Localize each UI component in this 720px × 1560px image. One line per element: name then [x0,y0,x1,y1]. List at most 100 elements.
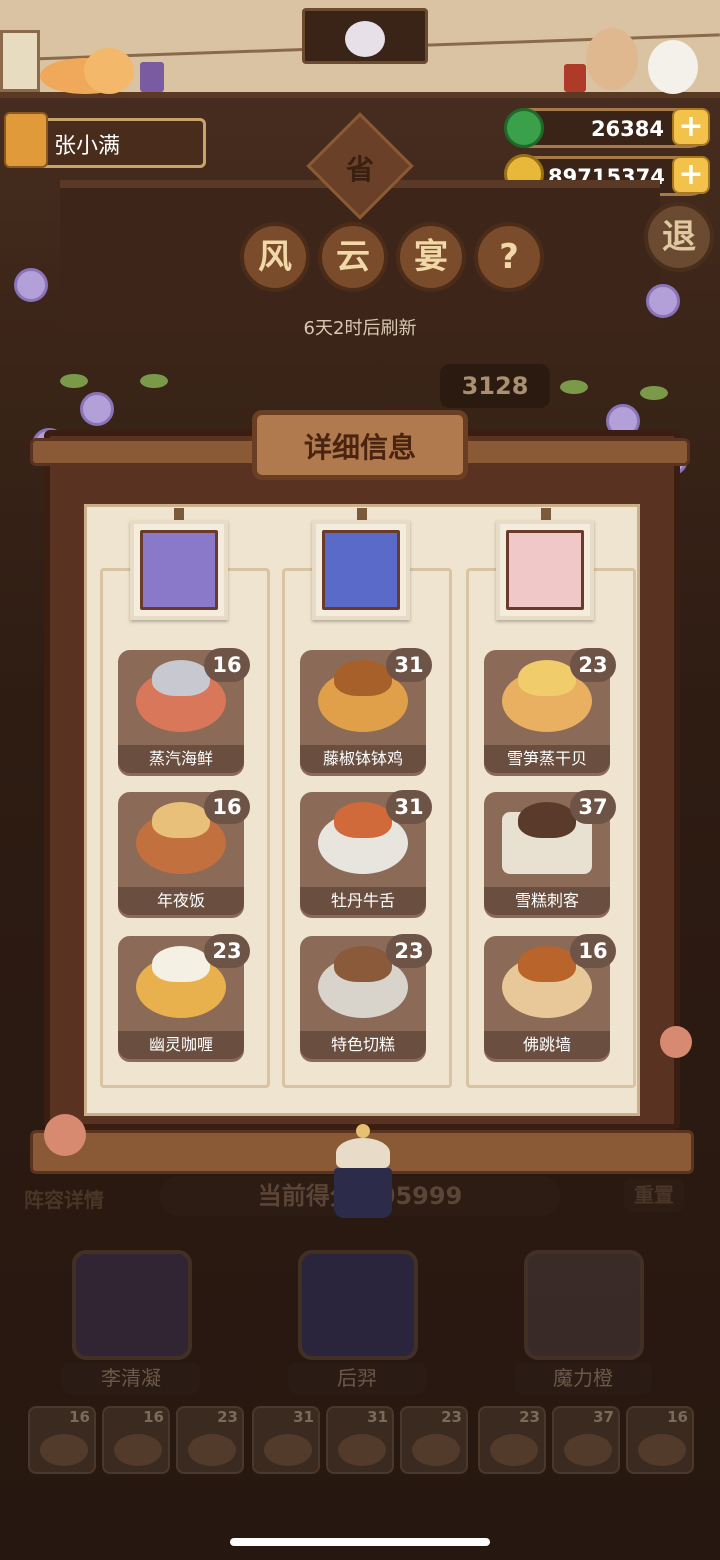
mini-dish-count: 31 [367,1408,388,1426]
mini-dish-image [114,1434,162,1466]
blossom-decoration [660,1026,692,1058]
mini-dish-image [188,1434,236,1466]
dish-name: 年夜饭 [118,887,244,915]
mini-dish-count: 16 [143,1408,164,1426]
mini-dish-count: 23 [217,1408,238,1426]
modal-title: 详细信息 [303,431,416,464]
flower-decoration [14,268,48,302]
hero-name: 后羿 [288,1362,426,1394]
mini-dish-slot[interactable]: 16 [28,1406,96,1474]
dish-name: 特色切糕 [300,1031,426,1059]
dish-name: 幽灵咖喱 [118,1031,244,1059]
pin-icon [357,508,367,520]
pin-icon [174,508,184,520]
exit-button[interactable]: 退 [644,202,714,272]
dish-card[interactable]: 23 雪笋蒸干贝 [484,648,616,776]
mini-dish-count: 37 [593,1408,614,1426]
character-portrait[interactable] [312,520,410,620]
mini-dish-image [264,1434,312,1466]
hero-name: 魔力橙 [514,1362,652,1394]
dish-count: 23 [204,934,250,968]
dish-count: 23 [570,648,616,682]
white-cat-icon [648,40,698,94]
mini-dish-count: 16 [69,1408,90,1426]
dish-card[interactable]: 16 年夜饭 [118,790,250,918]
reset-button[interactable]: 重置 [624,1178,684,1212]
banner-char: 风 [240,222,310,292]
dish-lid [152,660,210,696]
home-indicator[interactable] [230,1538,490,1546]
dish-count: 31 [386,790,432,824]
dish-card[interactable]: 23 特色切糕 [300,934,432,1062]
mini-dish-slot[interactable]: 23 [400,1406,468,1474]
mini-dish-slot[interactable]: 37 [552,1406,620,1474]
banner-char: 宴 [396,222,466,292]
cat-head-icon [84,48,134,94]
mini-dish-slot[interactable]: 23 [176,1406,244,1474]
player-avatar[interactable] [4,112,48,168]
mini-dish-image [40,1434,88,1466]
add-jade-button[interactable]: + [672,108,710,146]
player-name: 张小满 [54,134,121,159]
dish-garnish [152,946,210,982]
leaf-decoration [60,374,88,388]
dish-garnish [518,660,576,696]
mini-dish-count: 23 [441,1408,462,1426]
dish-name: 牡丹牛舌 [300,887,426,915]
mini-dish-count: 16 [667,1408,688,1426]
roof-ornament-char: 省 [345,153,374,186]
dish-name: 蒸汽海鲜 [118,745,244,773]
dish-garnish [152,802,210,838]
dish-garnish [334,660,392,696]
dish-card[interactable]: 23 幽灵咖喱 [118,934,250,1062]
mini-dish-slot[interactable]: 23 [478,1406,546,1474]
hero-portrait[interactable] [298,1250,418,1360]
dish-name: 雪笋蒸干贝 [484,745,610,773]
dish-garnish [518,802,576,838]
mini-dish-image [564,1434,612,1466]
leaf-decoration [140,374,168,388]
mini-dish-image [490,1434,538,1466]
dish-card[interactable]: 31 藤椒钵钵鸡 [300,648,432,776]
leaf-decoration [640,386,668,400]
dish-card[interactable]: 16 蒸汽海鲜 [118,648,250,776]
jade-icon [504,108,544,148]
paw-scroll-icon [0,30,40,92]
hanging-cat-sign [302,8,428,64]
dish-card[interactable]: 16 佛跳墙 [484,934,616,1062]
dish-count: 16 [570,934,616,968]
jade-amount: 26384 [590,117,664,141]
dish-name: 藤椒钵钵鸡 [300,745,426,773]
cat-icon [345,21,385,57]
character-portrait[interactable] [130,520,228,620]
mini-dish-slot[interactable]: 31 [252,1406,320,1474]
character-avatar [506,530,584,610]
banner-char: 云 [318,222,388,292]
hero-portrait[interactable] [524,1250,644,1360]
mini-dish-image [412,1434,460,1466]
lineup-details-label: 阵容详情 [24,1188,104,1212]
dish-garnish [334,802,392,838]
help-button[interactable]: ? [474,222,544,292]
dish-name: 雪糕刺客 [484,887,610,915]
mini-dish-slot[interactable]: 31 [326,1406,394,1474]
character-avatar [322,530,400,610]
hero-portrait[interactable] [72,1250,192,1360]
mini-dish-image [338,1434,386,1466]
jar-icon [564,64,586,92]
character-portrait[interactable] [496,520,594,620]
add-coin-button[interactable]: + [672,156,710,194]
dish-garnish [334,946,392,982]
refresh-timer: 6天2时后刷新 [303,318,417,339]
hero-name: 李清凝 [62,1362,200,1394]
dish-card[interactable]: 37 雪糕刺客 [484,790,616,918]
dish-count: 37 [570,790,616,824]
dish-card[interactable]: 31 牡丹牛舌 [300,790,432,918]
background-score: 3128 [440,364,550,408]
mini-dish-slot[interactable]: 16 [102,1406,170,1474]
blossom-decoration [44,1114,86,1156]
mini-dish-image [638,1434,686,1466]
dish-count: 16 [204,790,250,824]
mini-dish-slot[interactable]: 16 [626,1406,694,1474]
dish-count: 23 [386,934,432,968]
